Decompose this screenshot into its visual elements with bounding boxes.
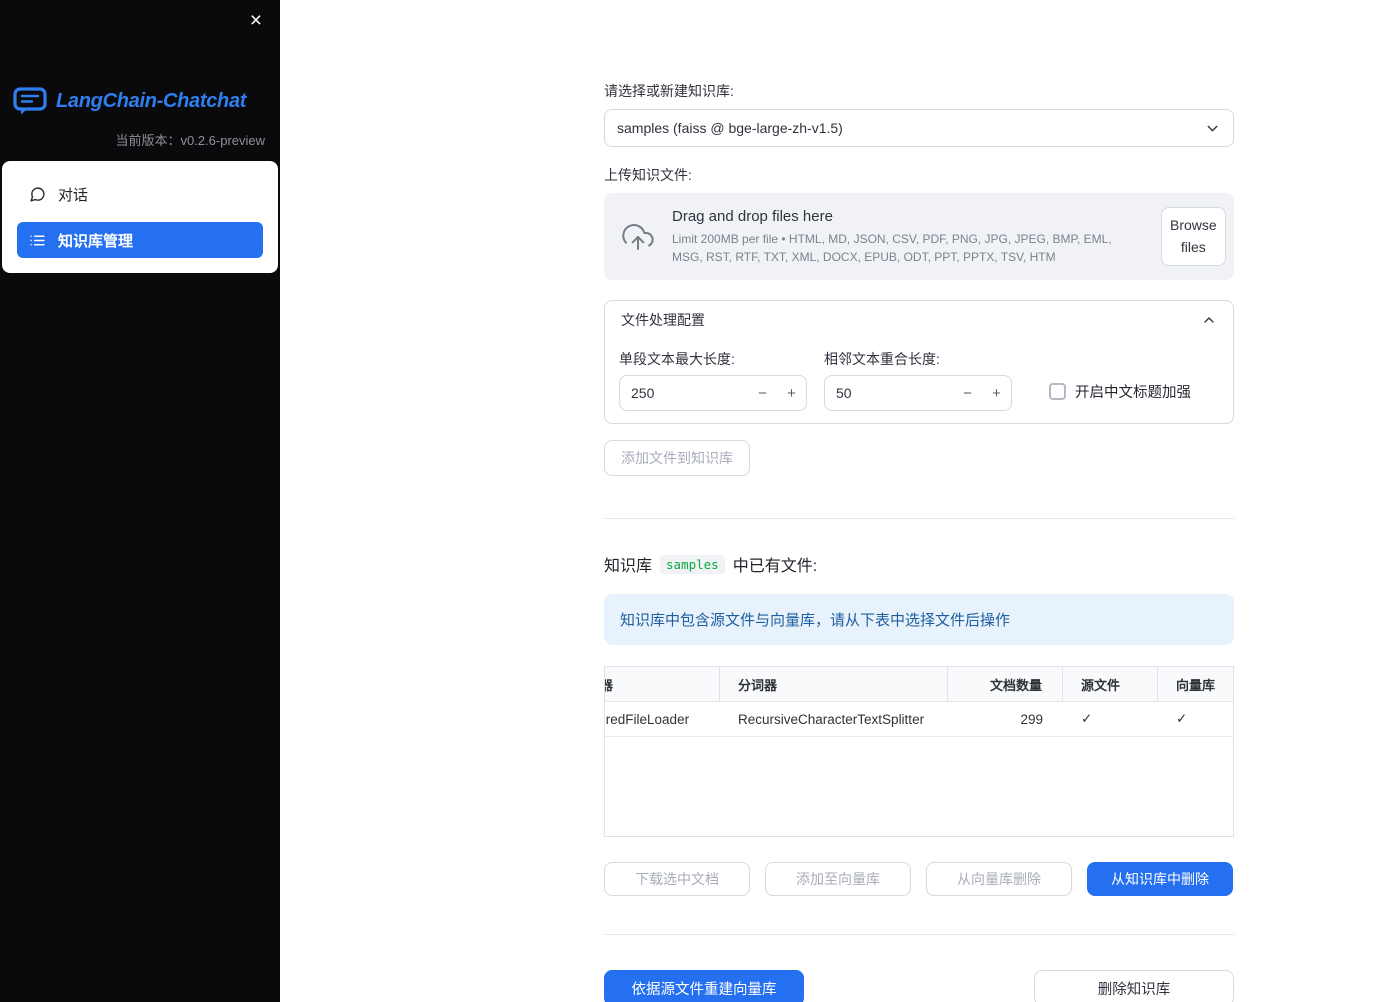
existing-files-heading: 知识库 samples 中已有文件: [604, 552, 1234, 576]
chunk-size-value: 250 [631, 385, 655, 402]
dropzone-title: Drag and drop files here [672, 207, 833, 225]
kb-management-page: 请选择或新建知识库: samples (faiss @ bge-large-zh… [604, 0, 1234, 1002]
table-header: 文档加载器 分词器 文档数量 源文件 向量库 [605, 667, 1233, 703]
version-label: 当前版本：v0.2.6-preview [115, 133, 265, 148]
increment-button[interactable]: + [777, 376, 806, 410]
chevron-up-icon [1201, 312, 1217, 328]
chat-logo-icon [13, 86, 47, 116]
download-selected-button[interactable]: 下载选中文档 [604, 862, 750, 897]
chat-bubble-icon [29, 186, 46, 203]
sidebar-item-label: 知识库管理 [58, 232, 134, 250]
heading-prefix: 知识库 [604, 558, 653, 576]
overlap-field: 相邻文本重合长度: 50 − + [824, 349, 1012, 412]
kb-actions: 依据源文件重建向量库 删除知识库 [604, 970, 1234, 1002]
cell-splitter: RecursiveCharacterTextSplitter [720, 702, 948, 738]
zh-title-enhance-checkbox[interactable]: 开启中文标题加强 [1049, 381, 1191, 402]
checkbox-label: 开启中文标题加强 [1075, 385, 1191, 402]
table-row[interactable]: UnstructuredFileLoader RecursiveCharacte… [605, 702, 1233, 738]
overlap-value: 50 [836, 385, 852, 402]
files-table[interactable]: 文档加载器 分词器 文档数量 源文件 向量库 UnstructuredFileL… [604, 666, 1234, 838]
upload-files-label: 上传知识文件: [604, 167, 692, 183]
increment-button[interactable]: + [982, 376, 1011, 410]
rebuild-vector-store-button[interactable]: 依据源文件重建向量库 [604, 970, 804, 1002]
chevron-down-icon [1204, 120, 1221, 137]
checkbox-icon[interactable] [1049, 383, 1066, 401]
expander-title: 文件处理配置 [621, 312, 705, 329]
decrement-button[interactable]: − [748, 376, 777, 410]
sidebar-item-dialogue[interactable]: 对话 [17, 176, 263, 212]
dropzone-text: Drag and drop files here Limit 200MB per… [672, 208, 1145, 266]
close-sidebar-icon[interactable]: × [244, 4, 268, 37]
delete-from-kb-button[interactable]: 从知识库中删除 [1087, 862, 1233, 897]
chunk-size-label: 单段文本最大长度: [619, 351, 735, 368]
expander-header[interactable]: 文件处理配置 [605, 301, 1233, 339]
main-area: 请选择或新建知识库: samples (faiss @ bge-large-zh… [280, 0, 1380, 1002]
col-header-loader[interactable]: 文档加载器 [605, 667, 720, 703]
kb-selectbox[interactable]: samples (faiss @ bge-large-zh-v1.5) [604, 109, 1234, 147]
col-header-doc-count[interactable]: 文档数量 [948, 667, 1063, 703]
heading-suffix: 中已有文件: [732, 558, 818, 576]
upload-cloud-icon [620, 221, 656, 253]
cell-vector-check: ✓ [1158, 702, 1233, 738]
sidebar-nav: 对话 知识库管理 [2, 161, 278, 273]
col-header-source[interactable]: 源文件 [1063, 667, 1158, 703]
cell-loader: UnstructuredFileLoader [605, 702, 720, 738]
browse-files-button[interactable]: Browse files [1161, 207, 1226, 267]
delete-from-vector-button[interactable]: 从向量库删除 [926, 862, 1072, 897]
overlap-label: 相邻文本重合长度: [824, 351, 940, 368]
divider [604, 518, 1234, 520]
app-logo: LangChain-Chatchat [0, 0, 280, 116]
expander-body: 单段文本最大长度: 250 − + 相邻文本重合长度: 50 − + 开启中文标… [605, 339, 1233, 423]
cell-source-check: ✓ [1063, 702, 1158, 738]
add-to-vector-button[interactable]: 添加至向量库 [765, 862, 911, 897]
sidebar-item-kb-management[interactable]: 知识库管理 [17, 222, 263, 258]
sidebar: × LangChain-Chatchat 当前版本：v0.2.6-preview… [0, 0, 280, 1002]
kb-select-label: 请选择或新建知识库: [604, 83, 734, 99]
file-uploader-dropzone[interactable]: Drag and drop files here Limit 200MB per… [604, 193, 1234, 281]
sidebar-item-label: 对话 [58, 186, 89, 204]
delete-kb-button[interactable]: 删除知识库 [1034, 970, 1234, 1002]
table-scroll-viewport[interactable]: 文档加载器 分词器 文档数量 源文件 向量库 UnstructuredFileL… [605, 667, 1233, 836]
col-header-splitter[interactable]: 分词器 [720, 667, 948, 703]
decrement-button[interactable]: − [953, 376, 982, 410]
col-header-vector[interactable]: 向量库 [1158, 667, 1233, 703]
divider [604, 934, 1234, 936]
file-config-expander: 文件处理配置 单段文本最大长度: 250 − + 相邻文本重合长度: 50 − … [604, 300, 1234, 425]
info-banner: 知识库中包含源文件与向量库，请从下表中选择文件后操作 [604, 594, 1234, 646]
dropzone-limits: Limit 200MB per file • HTML, MD, JSON, C… [672, 231, 1112, 264]
list-icon [29, 232, 46, 249]
app-logo-text: LangChain-Chatchat [56, 89, 247, 112]
add-files-to-kb-button[interactable]: 添加文件到知识库 [604, 440, 750, 477]
kb-selected-value: samples (faiss @ bge-large-zh-v1.5) [617, 120, 843, 136]
kb-name-code: samples [660, 554, 725, 574]
cell-doc-count: 299 [948, 702, 1063, 738]
overlap-input[interactable]: 50 − + [824, 375, 1012, 412]
chunk-size-input[interactable]: 250 − + [619, 375, 807, 412]
chunk-size-field: 单段文本最大长度: 250 − + [619, 349, 807, 412]
table-actions: 下载选中文档 添加至向量库 从向量库删除 从知识库中删除 [604, 862, 1234, 897]
